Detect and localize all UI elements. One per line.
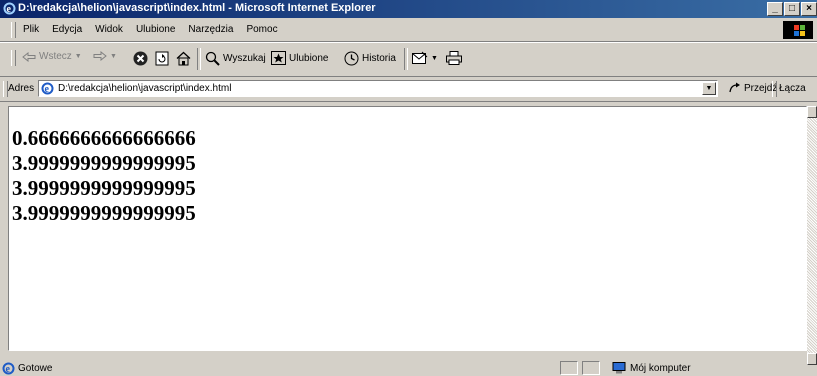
history-button[interactable]: Historia: [344, 51, 396, 66]
stop-button[interactable]: [133, 51, 148, 66]
history-icon: [344, 51, 359, 66]
refresh-icon: [155, 51, 169, 66]
mail-icon: [412, 51, 428, 64]
forward-arrow-icon: [93, 51, 107, 61]
mail-dropdown-icon[interactable]: ▼: [431, 55, 438, 62]
toolbar-separator: [197, 48, 201, 70]
links-grip[interactable]: [772, 81, 777, 97]
vertical-scrollbar[interactable]: [807, 106, 817, 365]
svg-text:e: e: [6, 364, 11, 375]
toolbar-grip[interactable]: [11, 50, 16, 66]
address-label: Adres: [8, 83, 35, 94]
zone-label: Mój komputer: [630, 362, 691, 374]
menu-item-edit[interactable]: Edycja: [52, 24, 82, 35]
toolbar-separator: [404, 48, 408, 70]
search-icon: [205, 51, 220, 66]
standard-toolbar: Wstecz ▼ ▼ Wyszukaj Ulubione Historia ▼: [0, 42, 817, 77]
page-content: 0.6666666666666666 3.9999999999999995 3.…: [8, 106, 807, 351]
search-button[interactable]: Wyszukaj: [205, 51, 266, 66]
title-bar: e D:\redakcja\helion\javascript\index.ht…: [0, 0, 817, 18]
favorites-icon: [271, 51, 286, 65]
history-label: Historia: [362, 53, 396, 64]
home-icon: [176, 51, 191, 66]
go-button[interactable]: Przejdź: [728, 82, 777, 94]
search-label: Wyszukaj: [223, 53, 266, 64]
back-dropdown-icon[interactable]: ▼: [75, 53, 82, 60]
ie-logo-icon: e: [3, 2, 16, 15]
menu-item-view[interactable]: Widok: [95, 24, 123, 35]
menu-item-favorites[interactable]: Ulubione: [136, 24, 175, 35]
print-button[interactable]: [446, 51, 462, 65]
go-arrow-icon: [729, 82, 740, 93]
svg-text:e: e: [45, 84, 50, 95]
menu-item-file[interactable]: Plik: [23, 24, 39, 35]
refresh-button[interactable]: [155, 51, 169, 66]
forward-button[interactable]: ▼: [93, 51, 117, 61]
mail-button[interactable]: ▼: [412, 51, 438, 65]
output-line: 3.9999999999999995: [12, 151, 196, 175]
menu-item-tools[interactable]: Narzędzia: [188, 24, 233, 35]
status-pane: [560, 361, 578, 375]
stop-icon: [133, 51, 148, 66]
scroll-up-button[interactable]: [807, 106, 817, 118]
page-status-icon: e: [2, 362, 15, 375]
maximize-button[interactable]: □: [784, 2, 800, 16]
back-label: Wstecz: [39, 51, 72, 62]
menu-bar: Plik Edycja Widok Ulubione Narzędzia Pom…: [0, 19, 817, 42]
ie-page-icon: e: [41, 82, 54, 95]
links-button[interactable]: Łącza: [779, 83, 806, 94]
favorites-button[interactable]: Ulubione: [271, 51, 328, 65]
home-button[interactable]: [176, 51, 191, 66]
menu-grip[interactable]: [11, 22, 16, 38]
status-pane: [582, 361, 600, 375]
close-button[interactable]: ×: [801, 2, 817, 16]
window-title: D:\redakcja\helion\javascript\index.html…: [18, 2, 376, 14]
back-arrow-icon: [22, 51, 36, 62]
output-line: 3.9999999999999995: [12, 176, 196, 200]
address-dropdown-button[interactable]: ▼: [702, 82, 716, 95]
output-line: 0.6666666666666666: [12, 126, 196, 150]
forward-dropdown-icon[interactable]: ▼: [110, 53, 117, 60]
address-bar: Adres e D:\redakcja\helion\javascript\in…: [0, 77, 817, 102]
address-text: D:\redakcja\helion\javascript\index.html: [58, 83, 232, 94]
menu-item-help[interactable]: Pomoc: [246, 24, 277, 35]
address-input[interactable]: e D:\redakcja\helion\javascript\index.ht…: [38, 80, 718, 97]
print-icon: [446, 51, 462, 65]
minimize-button[interactable]: _: [767, 2, 783, 16]
status-text: Gotowe: [18, 363, 53, 374]
favorites-label: Ulubione: [289, 52, 329, 64]
back-button[interactable]: Wstecz ▼: [22, 51, 82, 62]
output-line: 3.9999999999999995: [12, 201, 196, 225]
svg-text:e: e: [7, 4, 12, 15]
windows-logo-icon: [783, 21, 813, 39]
computer-icon: [612, 362, 626, 374]
status-bar: e Gotowe Mój komputer: [0, 360, 817, 376]
